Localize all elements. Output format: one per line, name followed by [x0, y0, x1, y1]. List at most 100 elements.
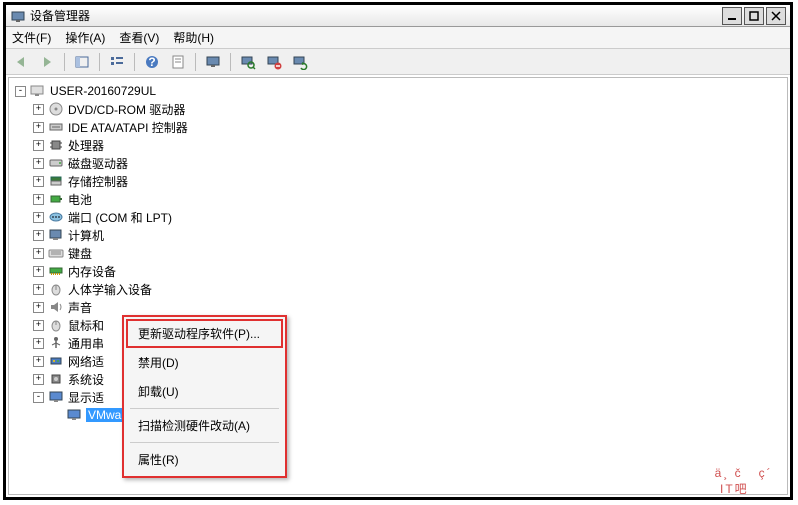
device-tree[interactable]: - USER-20160729UL + DVD/CD-ROM 驱动器 + IDE ATA/… — [8, 77, 788, 495]
expander-icon[interactable]: - — [15, 86, 26, 97]
usb-icon — [48, 335, 64, 351]
toolbar-back-button[interactable] — [10, 51, 32, 73]
cpu-icon — [48, 137, 64, 153]
disk-icon — [48, 155, 64, 171]
node-label[interactable]: 处理器 — [68, 137, 104, 154]
window-title: 设备管理器 — [30, 7, 722, 24]
expander-icon[interactable]: + — [33, 122, 44, 133]
expander-icon[interactable]: + — [33, 104, 44, 115]
tree-category-hid[interactable]: + 人体学输入设备 — [9, 280, 787, 298]
expander-icon[interactable]: + — [33, 248, 44, 259]
node-label[interactable]: 端口 (COM 和 LPT) — [68, 209, 172, 226]
node-label[interactable]: 网络适 — [68, 353, 104, 370]
context-item[interactable]: 卸载(U) — [126, 377, 283, 406]
cdrom-icon — [48, 101, 64, 117]
context-item[interactable]: 更新驱动程序软件(P)... — [126, 319, 283, 348]
expander-icon[interactable]: + — [33, 284, 44, 295]
expander-icon[interactable]: + — [33, 140, 44, 151]
menu-action[interactable]: 操作(A) — [65, 29, 105, 46]
keyboard-icon — [48, 245, 64, 261]
display-icon — [48, 389, 64, 405]
toolbar-separator — [64, 53, 65, 71]
expander-icon[interactable]: + — [33, 356, 44, 367]
toolbar-separator — [99, 53, 100, 71]
node-label[interactable]: 系统设 — [68, 371, 104, 388]
ide-icon — [48, 119, 64, 135]
toolbar-separator — [230, 53, 231, 71]
memory-icon — [48, 263, 64, 279]
expander-icon[interactable]: + — [33, 338, 44, 349]
display-device-icon — [66, 407, 82, 423]
device-manager-window: 设备管理器 文件(F) 操作(A) 查看(V) 帮助(H) ? - USER-20160… — [3, 2, 793, 500]
tree-root[interactable]: - USER-20160729UL — [9, 82, 787, 100]
toolbar-properties-button[interactable] — [167, 51, 189, 73]
tree-category-memory[interactable]: + 内存设备 — [9, 262, 787, 280]
expander-icon[interactable]: + — [33, 374, 44, 385]
toolbar-panel-button[interactable] — [71, 51, 93, 73]
toolbar: ? — [6, 49, 790, 75]
expander-icon[interactable]: + — [33, 158, 44, 169]
sound-icon — [48, 299, 64, 315]
tree-category-computer[interactable]: + 计算机 — [9, 226, 787, 244]
toolbar-separator — [134, 53, 135, 71]
root-icon — [30, 83, 46, 99]
expander-icon[interactable]: - — [33, 392, 44, 403]
expander-icon[interactable]: + — [33, 176, 44, 187]
computer-icon — [48, 227, 64, 243]
context-item[interactable]: 扫描检测硬件改动(A) — [126, 411, 283, 440]
context-separator — [130, 442, 279, 443]
tree-category-ide[interactable]: + IDE ATA/ATAPI 控制器 — [9, 118, 787, 136]
expander-icon[interactable]: + — [33, 302, 44, 313]
tree-category-sound[interactable]: + 声音 — [9, 298, 787, 316]
hid-icon — [48, 281, 64, 297]
tree-category-cpu[interactable]: + 处理器 — [9, 136, 787, 154]
tree-category-disk[interactable]: + 磁盘驱动器 — [9, 154, 787, 172]
toolbar-update-hw-button[interactable] — [289, 51, 311, 73]
node-label[interactable]: USER-20160729UL — [50, 84, 156, 98]
minimize-button[interactable] — [722, 7, 742, 25]
system-icon — [48, 371, 64, 387]
node-label[interactable]: 人体学输入设备 — [68, 281, 152, 298]
menu-view[interactable]: 查看(V) — [119, 29, 159, 46]
toolbar-forward-button[interactable] — [36, 51, 58, 73]
node-label[interactable]: 键盘 — [68, 245, 92, 262]
toolbar-scan-hw-button[interactable] — [237, 51, 259, 73]
titlebar[interactable]: 设备管理器 — [6, 5, 790, 27]
expander-icon[interactable]: + — [33, 212, 44, 223]
toolbar-help-button[interactable]: ? — [141, 51, 163, 73]
toolbar-monitor-button[interactable] — [202, 51, 224, 73]
node-label[interactable]: 声音 — [68, 299, 92, 316]
node-label[interactable]: IDE ATA/ATAPI 控制器 — [68, 119, 188, 136]
tree-category-keyboard[interactable]: + 键盘 — [9, 244, 787, 262]
port-icon — [48, 209, 64, 225]
tree-category-battery[interactable]: + 电池 — [9, 190, 787, 208]
node-label[interactable]: 鼠标和 — [68, 317, 104, 334]
expander-icon[interactable]: + — [33, 194, 44, 205]
node-label[interactable]: 磁盘驱动器 — [68, 155, 128, 172]
network-icon — [48, 353, 64, 369]
context-item[interactable]: 属性(R) — [126, 445, 283, 474]
expander-icon[interactable]: + — [33, 230, 44, 241]
toolbar-remove-hw-button[interactable] — [263, 51, 285, 73]
tree-category-cdrom[interactable]: + DVD/CD-ROM 驱动器 — [9, 100, 787, 118]
tree-category-storage[interactable]: + 存储控制器 — [9, 172, 787, 190]
node-label[interactable]: 电池 — [68, 191, 92, 208]
close-button[interactable] — [766, 7, 786, 25]
node-label[interactable]: 计算机 — [68, 227, 104, 244]
menu-file[interactable]: 文件(F) — [12, 29, 51, 46]
node-label[interactable]: 通用串 — [68, 335, 104, 352]
svg-text:?: ? — [148, 55, 155, 69]
node-label[interactable]: DVD/CD-ROM 驱动器 — [68, 101, 185, 118]
node-label[interactable]: 内存设备 — [68, 263, 116, 280]
menu-help[interactable]: 帮助(H) — [173, 29, 214, 46]
expander-icon[interactable]: + — [33, 266, 44, 277]
context-menu[interactable]: 更新驱动程序软件(P)...禁用(D)卸载(U) 扫描检测硬件改动(A) 属性(R) — [122, 315, 287, 478]
storage-icon — [48, 173, 64, 189]
context-item[interactable]: 禁用(D) — [126, 348, 283, 377]
toolbar-tree-view-button[interactable] — [106, 51, 128, 73]
maximize-button[interactable] — [744, 7, 764, 25]
expander-icon[interactable]: + — [33, 320, 44, 331]
node-label[interactable]: 显示适 — [68, 389, 104, 406]
tree-category-port[interactable]: + 端口 (COM 和 LPT) — [9, 208, 787, 226]
node-label[interactable]: 存储控制器 — [68, 173, 128, 190]
